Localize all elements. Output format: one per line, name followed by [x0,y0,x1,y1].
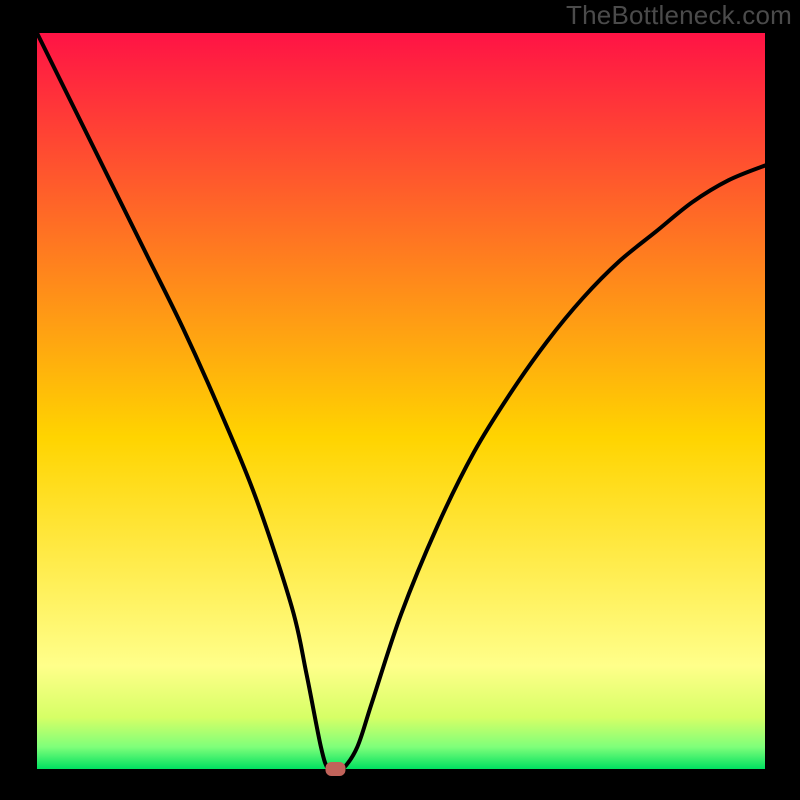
watermark-label: TheBottleneck.com [566,0,792,31]
optimal-marker [325,762,345,776]
bottleneck-chart [0,0,800,800]
plot-background [37,33,765,769]
chart-frame: TheBottleneck.com [0,0,800,800]
